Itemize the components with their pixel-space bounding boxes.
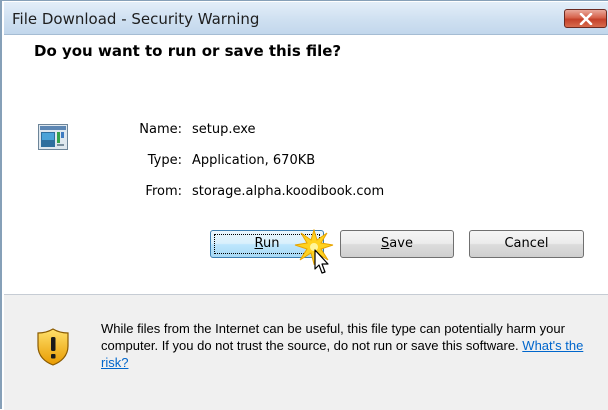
title-bar[interactable]: File Download - Security Warning	[4, 2, 608, 35]
from-value: storage.alpha.koodibook.com	[192, 184, 385, 199]
security-warning-dialog: File Download - Security Warning Do you …	[0, 0, 608, 410]
close-button[interactable]	[564, 9, 607, 28]
dialog-question: Do you want to run or save this file?	[34, 42, 342, 60]
from-label: From:	[145, 184, 182, 199]
type-label: Type:	[147, 153, 182, 168]
name-label: Name:	[139, 122, 182, 137]
security-shield-icon	[37, 328, 69, 366]
name-value: setup.exe	[192, 122, 256, 137]
warning-message: While files from the Internet can be use…	[101, 321, 565, 353]
window-title: File Download - Security Warning	[12, 10, 260, 28]
cancel-button[interactable]: Cancel	[469, 230, 584, 258]
type-value: Application, 670KB	[192, 153, 316, 168]
save-button[interactable]: Save	[340, 230, 454, 258]
mouse-pointer-icon	[314, 249, 329, 274]
save-label-rest: ave	[389, 236, 413, 251]
close-x-icon	[579, 13, 593, 25]
warning-text-block: While files from the Internet can be use…	[101, 320, 593, 371]
